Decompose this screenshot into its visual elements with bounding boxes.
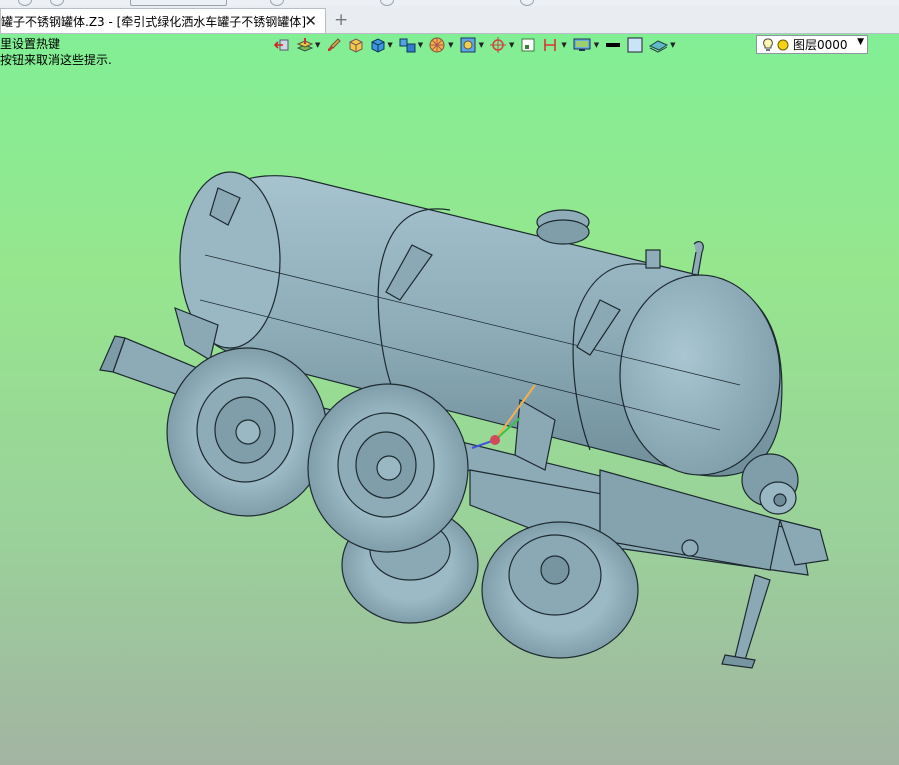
line-color-swatch[interactable]: [605, 37, 621, 53]
wheel-front-left: [166, 347, 328, 517]
hint-line-1: 里设置热键: [0, 37, 61, 51]
document-tab-title: 罐子不锈钢罐体.Z3 - [牵引式绿化洒水车罐子不锈钢罐体]: [1, 14, 306, 29]
cube-yellow-icon[interactable]: [348, 37, 364, 53]
box-icon[interactable]: [520, 37, 536, 53]
document-tab[interactable]: 罐子不锈钢罐体.Z3 - [牵引式绿化洒水车罐子不锈钢罐体] ✕: [0, 8, 326, 33]
tab-bar: 罐子不锈钢罐体.Z3 - [牵引式绿化洒水车罐子不锈钢罐体] ✕ +: [0, 6, 899, 34]
dimension-icon[interactable]: ▼: [542, 37, 567, 53]
cube-group-icon[interactable]: ▼: [399, 37, 423, 53]
sun-icon[interactable]: [775, 37, 791, 53]
crosshair-icon[interactable]: ▼: [489, 37, 514, 53]
plane-icon[interactable]: ▼: [649, 37, 676, 53]
color-wheel-icon[interactable]: ▼: [429, 37, 454, 53]
layers-stack-icon[interactable]: ▼: [296, 37, 320, 53]
lightbulb-icon[interactable]: [761, 37, 775, 53]
new-tab-button[interactable]: +: [334, 10, 348, 30]
render-style-icon[interactable]: ▼: [460, 37, 484, 53]
wheel-front-right: [307, 383, 469, 553]
layer-dropdown[interactable]: 图层0000 ▼: [756, 35, 868, 54]
support-leg: [721, 574, 771, 669]
cube-blue-icon[interactable]: ▼: [370, 37, 393, 53]
wheel-rear-right: [481, 521, 639, 659]
exit-icon[interactable]: [274, 37, 290, 53]
view-toolbar: ▼ ▼ ▼ ▼ ▼ ▼ ▼ ▼ ▼: [274, 34, 676, 56]
display-icon[interactable]: ▼: [573, 37, 599, 53]
close-tab-icon[interactable]: ✕: [304, 12, 317, 30]
brush-icon[interactable]: [326, 37, 342, 53]
layer-dropdown-arrow[interactable]: ▼: [857, 37, 864, 47]
fill-swatch[interactable]: [627, 37, 643, 53]
layer-label: 图层0000: [793, 38, 848, 52]
3d-viewport[interactable]: [0, 60, 899, 765]
